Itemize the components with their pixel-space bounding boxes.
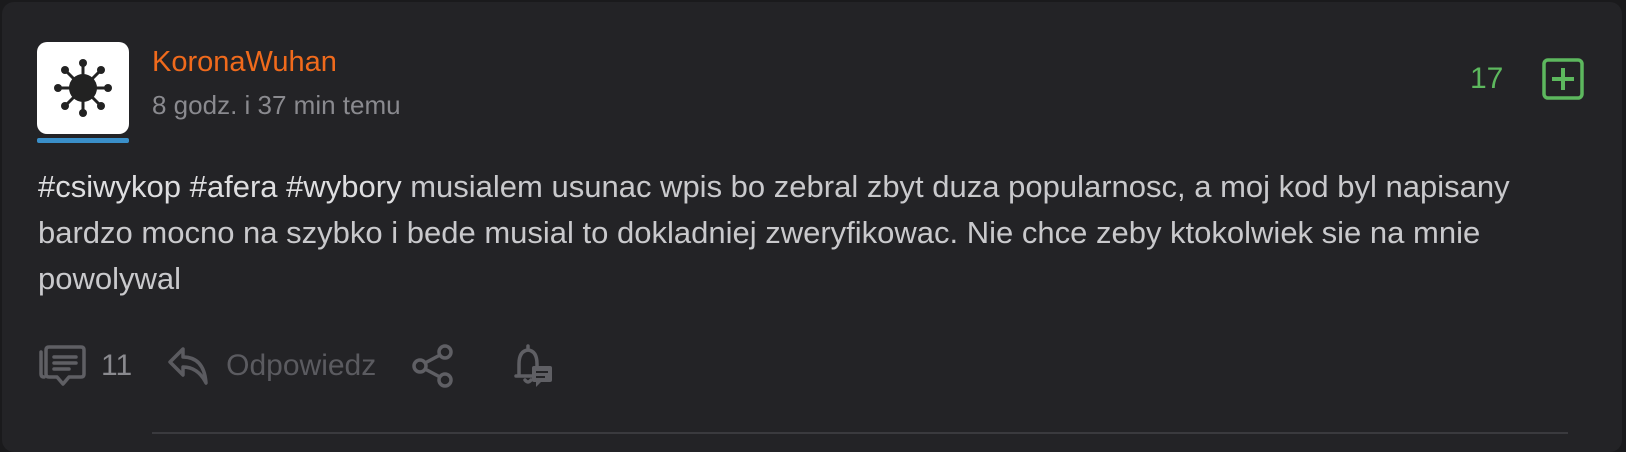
comments-icon bbox=[39, 345, 86, 386]
comments-button[interactable]: 11 bbox=[37, 344, 132, 388]
tag-link[interactable]: #afera bbox=[190, 169, 278, 204]
share-button[interactable] bbox=[410, 343, 456, 389]
avatar-status-bar bbox=[37, 138, 129, 143]
virus-icon bbox=[54, 59, 112, 117]
tag-link[interactable]: #csiwykop bbox=[38, 169, 181, 204]
bell-comment-icon bbox=[514, 344, 553, 387]
reply-button[interactable]: Odpowiedz bbox=[166, 345, 376, 387]
tag-link[interactable]: #wybory bbox=[286, 169, 401, 204]
upvote-button[interactable] bbox=[1542, 58, 1584, 100]
avatar[interactable] bbox=[37, 42, 129, 144]
post-time[interactable]: 8 godz. i 37 min temu bbox=[152, 92, 401, 118]
vote-count: 17 bbox=[1470, 62, 1504, 95]
reply-icon bbox=[168, 347, 208, 385]
notify-button[interactable] bbox=[506, 342, 554, 390]
divider bbox=[152, 432, 1568, 434]
reply-label: Odpowiedz bbox=[226, 349, 377, 382]
share-icon bbox=[412, 344, 453, 388]
avatar-image[interactable] bbox=[37, 42, 129, 134]
post-content: #csiwykop #afera #wybory musialem usunac… bbox=[38, 164, 1578, 302]
post-card: KoronaWuhan 8 godz. i 37 min temu 17 #cs… bbox=[2, 2, 1622, 452]
plus-icon bbox=[1542, 58, 1584, 100]
post-actions: 11 Odpowiedz bbox=[37, 340, 554, 392]
author-name[interactable]: KoronaWuhan bbox=[152, 48, 337, 77]
comments-count: 11 bbox=[101, 349, 133, 382]
